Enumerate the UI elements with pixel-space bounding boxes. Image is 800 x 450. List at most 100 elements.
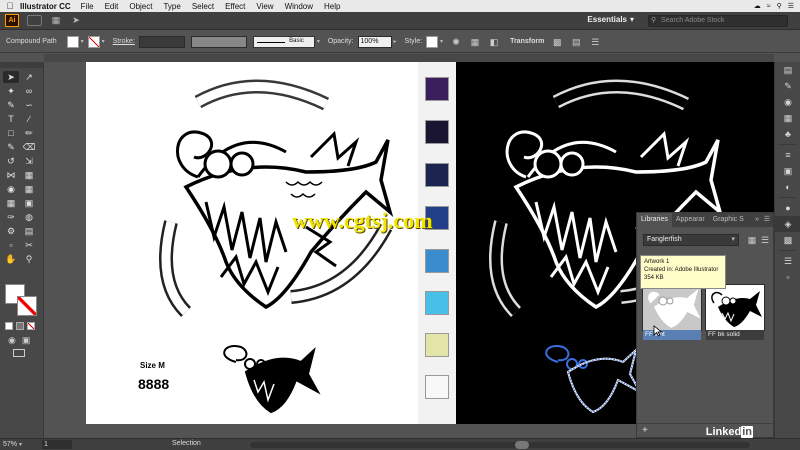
appearance-icon[interactable]: ● xyxy=(775,200,800,216)
fill-swatch[interactable] xyxy=(66,35,79,48)
rotate-tool-icon[interactable]: ↺ xyxy=(3,155,19,167)
palette-swatch-3[interactable] xyxy=(425,163,449,187)
zoom-tool-icon[interactable]: ⚲ xyxy=(21,253,37,265)
recolor-artwork-icon[interactable]: ✺ xyxy=(450,36,462,48)
direct-selection-tool-icon[interactable]: ↗ xyxy=(21,71,37,83)
swatches-icon[interactable]: ▦ xyxy=(775,110,800,126)
color-mode-button[interactable] xyxy=(5,322,13,330)
transparency-icon[interactable]: ◐ xyxy=(775,179,800,195)
curvature-tool-icon[interactable]: ∽ xyxy=(21,99,37,111)
line-tool-icon[interactable]: ∕ xyxy=(21,113,37,125)
brush-definition[interactable]: Basic xyxy=(252,35,315,48)
wifi-icon[interactable]: ≈ xyxy=(767,3,771,10)
menu-type[interactable]: Type xyxy=(163,2,180,11)
menu-help[interactable]: Help xyxy=(324,2,340,11)
fish-artwork-dark[interactable] xyxy=(86,62,418,424)
blend-tool-icon[interactable]: ◍ xyxy=(21,211,37,223)
draw-mode-icon[interactable]: ◉ xyxy=(8,335,16,346)
horizontal-scrollbar[interactable] xyxy=(250,442,750,448)
slice-tool-icon[interactable]: ✂ xyxy=(21,239,37,251)
color-icon[interactable]: ◉ xyxy=(775,94,800,110)
workspace-switcher[interactable]: Essentials ▾ xyxy=(587,15,634,24)
menu-window[interactable]: Window xyxy=(285,2,313,11)
shape-builder-tool-icon[interactable]: ◉ xyxy=(3,183,19,195)
type-tool-icon[interactable]: T xyxy=(3,113,19,125)
gradient-icon[interactable]: ▣ xyxy=(775,163,800,179)
artboards-icon[interactable]: ▫ xyxy=(775,269,800,285)
arrange-documents-icon[interactable]: ▦ xyxy=(50,15,62,26)
chevron-down-icon[interactable]: ▾ xyxy=(440,38,443,45)
eyedropper-tool-icon[interactable]: ✑ xyxy=(3,211,19,223)
tab-libraries[interactable]: Libraries xyxy=(637,213,672,227)
symbol-sprayer-tool-icon[interactable]: ⚙ xyxy=(3,225,19,237)
palette-swatch-2[interactable] xyxy=(425,120,449,144)
distribute-icon[interactable]: ◧ xyxy=(488,36,500,48)
stock-search-input[interactable]: ⚲ Search Adobe Stock xyxy=(648,15,788,27)
stroke-color-box[interactable] xyxy=(17,296,37,316)
screen-mode-icon[interactable]: ▣ xyxy=(22,335,31,346)
eraser-tool-icon[interactable]: ⌫ xyxy=(21,141,37,153)
apple-icon[interactable]:  xyxy=(0,1,20,11)
rectangle-tool-icon[interactable]: □ xyxy=(3,127,19,139)
list-icon[interactable]: ☰ xyxy=(788,2,794,10)
libraries-icon[interactable]: ◈ xyxy=(775,216,800,232)
shaper-tool-icon[interactable]: ✎ xyxy=(3,141,19,153)
gpu-preview-icon[interactable]: ➤ xyxy=(70,15,82,26)
zoom-level[interactable]: 57% xyxy=(3,441,17,448)
stroke-icon[interactable]: ≡ xyxy=(775,147,800,163)
layers-icon[interactable]: ☰ xyxy=(775,253,800,269)
chevron-right-icon[interactable]: ▸ xyxy=(394,38,397,45)
width-tool-icon[interactable]: ⋈ xyxy=(3,169,19,181)
grid-view-icon[interactable]: ▦ xyxy=(747,235,757,245)
menu-edit[interactable]: Edit xyxy=(105,2,119,11)
selection-tool-icon[interactable]: ➤ xyxy=(3,71,19,83)
add-content-icon[interactable]: + xyxy=(642,425,648,436)
fill-stroke-widget[interactable] xyxy=(5,284,39,318)
artboard-number-input[interactable]: 1 xyxy=(42,440,73,449)
list-view-icon[interactable]: ☰ xyxy=(760,235,770,245)
palette-swatch-5[interactable] xyxy=(425,249,449,273)
free-transform-tool-icon[interactable]: ▦ xyxy=(21,169,37,181)
isolate-icon[interactable]: ▩ xyxy=(551,36,563,48)
stroke-label[interactable]: Stroke: xyxy=(113,38,135,45)
double-chevron-icon[interactable]: » xyxy=(755,213,759,227)
library-item-ff-bk-solid[interactable]: FF bk solid xyxy=(705,284,765,340)
transform-button[interactable]: Transform xyxy=(510,38,544,45)
symbols-icon[interactable]: ♣ xyxy=(775,126,800,142)
paintbrush-tool-icon[interactable]: ✏ xyxy=(21,127,37,139)
current-tool-status[interactable]: Selection xyxy=(172,440,201,447)
variable-width-profile[interactable] xyxy=(190,35,247,48)
none-mode-button[interactable] xyxy=(27,322,35,330)
graphic-style-swatch[interactable] xyxy=(426,35,439,48)
library-item-ff-wht[interactable]: FF wht xyxy=(642,284,702,340)
change-screen-mode-icon[interactable] xyxy=(13,349,25,357)
menu-effect[interactable]: Effect xyxy=(225,2,245,11)
perspective-grid-tool-icon[interactable]: ▦ xyxy=(21,183,37,195)
menu-file[interactable]: File xyxy=(81,2,94,11)
brushes-icon[interactable]: ✎ xyxy=(775,78,800,94)
opacity-input[interactable]: 100% xyxy=(357,35,392,48)
chevron-down-icon[interactable]: ▾ xyxy=(102,38,105,45)
scrollbar-thumb[interactable] xyxy=(515,441,529,449)
stroke-weight-input[interactable] xyxy=(138,35,185,48)
chevron-down-icon[interactable]: ▾ xyxy=(81,38,84,45)
align-icon[interactable]: ▦ xyxy=(469,36,481,48)
menu-object[interactable]: Object xyxy=(129,2,152,11)
palette-swatch-7[interactable] xyxy=(425,333,449,357)
bridge-button[interactable] xyxy=(27,15,42,26)
panel-menu-icon[interactable]: ☰ xyxy=(764,213,770,227)
properties-icon[interactable]: ▤ xyxy=(775,62,800,78)
artboard-white[interactable]: Size M 8888 xyxy=(86,62,418,424)
menu-view[interactable]: View xyxy=(256,2,273,11)
menu-select[interactable]: Select xyxy=(192,2,214,11)
chevron-down-icon[interactable]: ▾ xyxy=(317,38,320,45)
palette-swatch-6[interactable] xyxy=(425,291,449,315)
tab-appearance[interactable]: Appearar xyxy=(672,213,709,227)
graphic-styles-icon[interactable]: ▩ xyxy=(775,232,800,248)
search-icon[interactable]: ⚲ xyxy=(777,2,782,10)
panel-menu-icon[interactable]: ☰ xyxy=(589,36,601,48)
scale-tool-icon[interactable]: ⇲ xyxy=(21,155,37,167)
pen-tool-icon[interactable]: ✎ xyxy=(3,99,19,111)
app-name[interactable]: Illustrator CC xyxy=(20,2,71,11)
palette-swatch-8[interactable] xyxy=(425,375,449,399)
